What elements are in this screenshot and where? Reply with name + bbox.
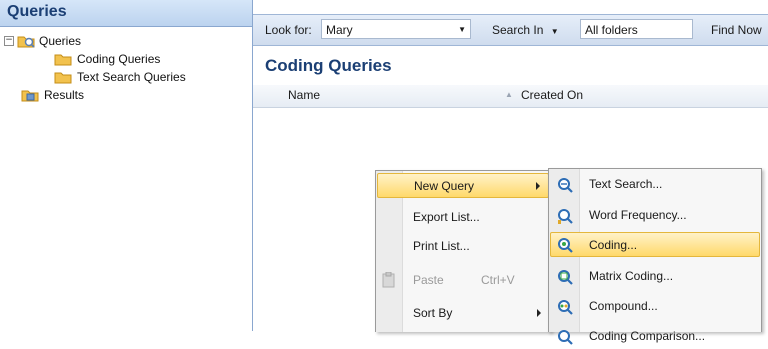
navigation-header: Queries xyxy=(0,0,252,27)
context-menu: New Query Export List... Print List... P… xyxy=(375,170,551,332)
submenu-arrow-icon xyxy=(536,182,540,190)
tree-item-label: Text Search Queries xyxy=(77,70,186,84)
coding-query-icon xyxy=(558,238,573,253)
tree-item-label: Coding Queries xyxy=(77,52,161,66)
submenu-item-label: Compound... xyxy=(589,299,658,313)
submenu-item-word-frequency[interactable]: Word Frequency... xyxy=(550,203,760,228)
submenu-item-label: Word Frequency... xyxy=(589,208,687,222)
tree-item-text-search-queries[interactable]: Text Search Queries xyxy=(4,68,186,86)
menu-item-label: Export List... xyxy=(413,210,480,224)
navigation-title: Queries xyxy=(7,3,67,20)
dropdown-arrow-icon[interactable]: ▼ xyxy=(458,20,466,40)
compound-query-icon xyxy=(558,300,573,315)
menu-item-print-list[interactable]: Print List... xyxy=(377,234,549,259)
menu-item-label: New Query xyxy=(414,179,475,193)
submenu-item-coding[interactable]: Coding... xyxy=(550,232,760,257)
submenu-item-matrix-coding[interactable]: Matrix Coding... xyxy=(550,264,760,289)
tree-item-results[interactable]: Results xyxy=(4,86,186,104)
find-toolbar: Look for: Mary ▼ Search In ▼ All folders… xyxy=(253,14,768,46)
submenu-item-label: Coding... xyxy=(589,238,638,252)
tree-item-label: Queries xyxy=(39,34,82,48)
find-now-button[interactable]: Find Now xyxy=(711,23,762,37)
menu-item-paste[interactable]: Paste Ctrl+V xyxy=(377,268,549,293)
menu-item-sort-by[interactable]: Sort By xyxy=(377,301,549,326)
folder-scope-value: All folders xyxy=(585,23,638,37)
look-for-label: Look for: xyxy=(265,23,312,37)
menu-item-new-query[interactable]: New Query xyxy=(377,173,549,198)
submenu-item-label: Matrix Coding... xyxy=(589,269,674,283)
matrix-coding-query-icon xyxy=(558,270,573,285)
column-created-on[interactable]: Created On xyxy=(521,88,583,102)
column-name[interactable]: Name xyxy=(288,88,320,102)
folder-scope-field[interactable]: All folders xyxy=(580,19,693,39)
dropdown-arrow-icon: ▼ xyxy=(550,27,559,36)
content-title: Coding Queries xyxy=(265,56,392,75)
collapse-icon[interactable]: − xyxy=(4,36,14,46)
submenu-item-label: Coding Comparison... xyxy=(589,329,706,343)
search-in-label: Search In xyxy=(492,23,544,37)
search-in-button[interactable]: Search In ▼ xyxy=(492,23,559,37)
tree-item-label: Results xyxy=(44,88,85,102)
menu-item-label: Sort By xyxy=(413,306,453,320)
menu-item-label: Paste xyxy=(413,273,444,287)
folder-icon xyxy=(54,72,72,84)
tree-item-coding-queries[interactable]: Coding Queries xyxy=(4,50,186,68)
sort-indicator-icon: ▲ xyxy=(505,90,513,99)
queries-folder-icon xyxy=(17,36,35,48)
list-column-header: Name ▲ Created On xyxy=(253,85,768,108)
menu-item-label: Print List... xyxy=(413,239,470,253)
submenu-item-coding-comparison[interactable]: Coding Comparison... xyxy=(550,324,760,349)
menu-item-shortcut: Ctrl+V xyxy=(481,273,515,287)
submenu-item-compound[interactable]: Compound... xyxy=(550,294,760,319)
submenu-item-text-search[interactable]: Text Search... xyxy=(550,172,760,197)
paste-icon xyxy=(382,272,395,288)
menu-item-export-list[interactable]: Export List... xyxy=(377,205,549,230)
submenu-item-label: Text Search... xyxy=(589,177,663,191)
submenu-arrow-icon xyxy=(537,309,541,317)
new-query-submenu: Text Search... Word Frequency... Coding.… xyxy=(548,168,762,345)
navigation-pane: Queries − Queries Coding Queries Text Se… xyxy=(0,0,253,331)
word-frequency-query-icon xyxy=(558,209,573,224)
text-search-query-icon xyxy=(558,178,573,193)
look-for-value: Mary xyxy=(326,23,353,37)
folder-icon xyxy=(54,54,72,66)
look-for-combobox[interactable]: Mary ▼ xyxy=(321,19,471,39)
results-folder-icon xyxy=(21,90,39,102)
query-tree: − Queries Coding Queries Text Search Que… xyxy=(4,32,186,104)
tree-item-queries[interactable]: − Queries xyxy=(4,32,186,50)
